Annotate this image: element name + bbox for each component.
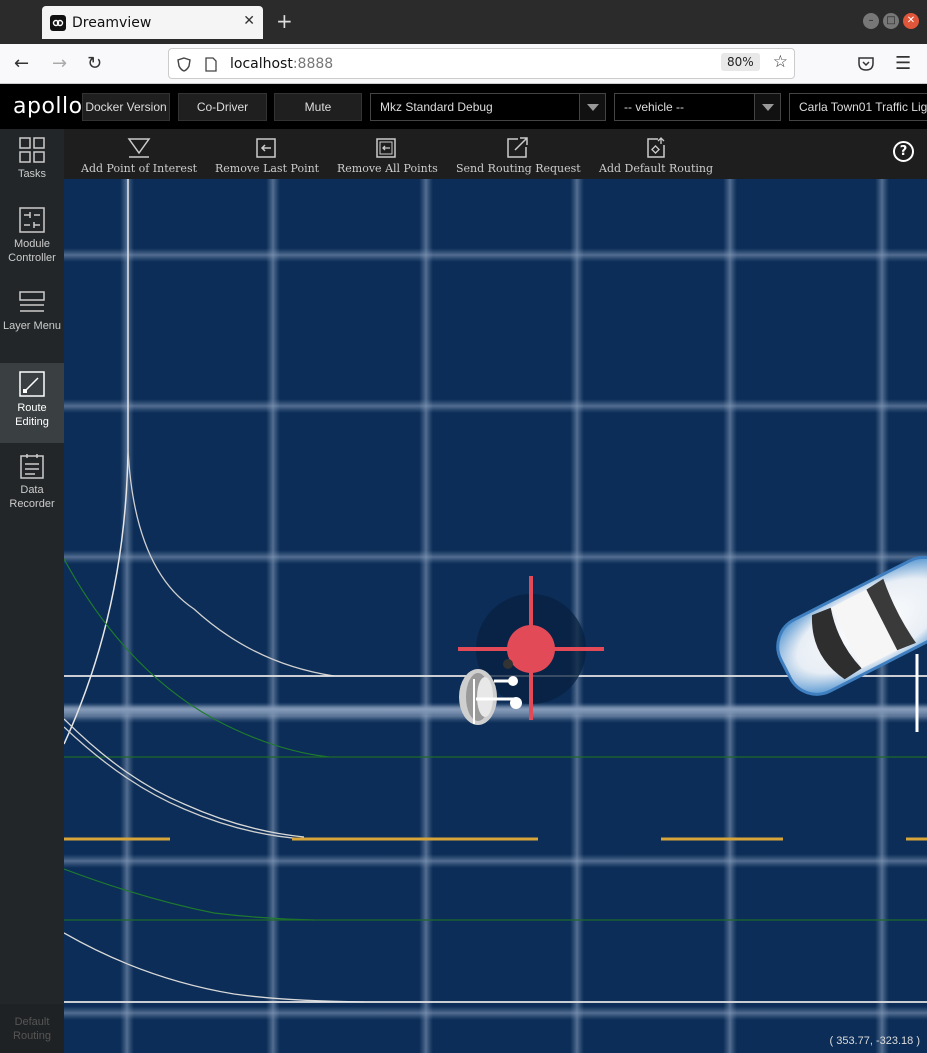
send-routing-icon [507, 137, 529, 158]
map-canvas[interactable] [64, 179, 927, 1053]
route-editing-icon [19, 371, 45, 397]
remove-all-points-button[interactable]: Remove All Points [337, 137, 438, 175]
pocket-icon[interactable] [858, 55, 874, 76]
mode-select[interactable]: Mkz Standard Debug [370, 93, 606, 121]
map-scene[interactable]: ( 353.77, -323.18 ) [64, 179, 927, 1053]
map-select[interactable]: Carla Town01 Traffic Light [789, 93, 927, 121]
sidebar-item-label: Tasks [17, 168, 47, 180]
co-driver-button[interactable]: Co-Driver [178, 93, 267, 121]
browser-navbar: ← → ↻ localhost:8888 80% ☆ ☰ [0, 44, 927, 84]
lane-lines [64, 179, 927, 1003]
reload-icon[interactable]: ↻ [87, 53, 102, 74]
browser-tab[interactable]: Dreamview ✕ [42, 6, 263, 39]
remove-all-points-icon [376, 138, 397, 158]
layer-menu-icon [19, 291, 45, 312]
dreamview-favicon-icon [50, 14, 66, 31]
chevron-down-icon [754, 94, 780, 120]
toolbar-item-label: Remove All Points [337, 162, 438, 175]
add-default-routing-icon [647, 137, 665, 158]
obstacle-vehicle [776, 555, 927, 696]
remove-last-point-icon [256, 138, 276, 158]
sidebar-item-layer-menu[interactable]: Layer Menu [0, 281, 64, 363]
sidebar-item-label: Layer Menu [2, 320, 62, 332]
address-bar[interactable]: localhost:8888 80% ☆ [168, 48, 795, 79]
toolbar-item-label: Send Routing Request [456, 162, 581, 175]
url-port: :8888 [292, 56, 334, 72]
mode-select-value: Mkz Standard Debug [380, 100, 493, 114]
minimize-icon[interactable]: – [863, 13, 879, 29]
add-point-of-interest-button[interactable]: Add Point of Interest [81, 137, 197, 175]
sidebar-item-label: Route Editing [15, 402, 49, 428]
sidebar-item-route-editing[interactable]: Route Editing [0, 363, 64, 443]
tasks-icon [19, 137, 45, 163]
add-default-routing-button[interactable]: Add Default Routing [599, 137, 713, 175]
sidebar-item-module-controller[interactable]: Module Controller [0, 199, 64, 281]
app-header: apollo Docker Version Co-Driver Mute Mkz… [0, 84, 927, 129]
route-editing-toolbar: Add Point of Interest Remove Last Point … [64, 129, 927, 179]
vehicle-select-value: -- vehicle -- [624, 100, 685, 114]
data-recorder-icon [20, 454, 44, 479]
vehicle-select[interactable]: -- vehicle -- [614, 93, 781, 121]
tab-title: Dreamview [72, 14, 152, 31]
toolbar-item-label: Add Point of Interest [81, 162, 198, 175]
toolbar-item-label: Add Default Routing [599, 162, 714, 175]
sidebar-item-label: Data Recorder [9, 484, 55, 510]
forward-icon[interactable]: → [52, 53, 67, 74]
docker-version-button[interactable]: Docker Version [82, 93, 170, 121]
close-window-icon[interactable]: ✕ [903, 13, 919, 29]
toolbar-item-label: Remove Last Point [215, 162, 320, 175]
url-host: localhost [230, 56, 293, 72]
default-routing-button[interactable]: Default Routing [0, 1004, 64, 1053]
menu-icon[interactable]: ☰ [895, 53, 911, 74]
tab-close-icon[interactable]: ✕ [243, 13, 255, 29]
apollo-logo: apollo [13, 94, 83, 119]
shield-icon [177, 57, 191, 72]
coordinate-readout: ( 353.77, -323.18 ) [829, 1035, 920, 1047]
back-icon[interactable]: ← [14, 53, 29, 74]
browser-titlebar: Dreamview ✕ + – □ ✕ [0, 0, 927, 44]
page-icon [205, 57, 217, 72]
new-tab-icon[interactable]: + [276, 9, 293, 33]
url-text: localhost:8888 [230, 56, 333, 72]
chevron-down-icon [579, 94, 605, 120]
sidebar-item-tasks[interactable]: Tasks [0, 129, 64, 209]
help-icon[interactable]: ? [893, 141, 914, 162]
send-routing-request-button[interactable]: Send Routing Request [456, 137, 581, 175]
module-controller-icon [19, 207, 45, 233]
mute-button[interactable]: Mute [274, 93, 362, 121]
remove-last-point-button[interactable]: Remove Last Point [215, 137, 319, 175]
zoom-level[interactable]: 80% [721, 53, 760, 71]
sidebar-item-label: Module Controller [8, 238, 56, 264]
bookmark-star-icon[interactable]: ☆ [773, 52, 788, 72]
map-select-value: Carla Town01 Traffic Light [799, 100, 927, 114]
maximize-icon[interactable]: □ [883, 13, 899, 29]
sidebar: Tasks Module Controller Layer Menu Route… [0, 129, 64, 1053]
sidebar-item-data-recorder[interactable]: Data Recorder [0, 445, 64, 527]
add-point-icon [127, 138, 151, 158]
